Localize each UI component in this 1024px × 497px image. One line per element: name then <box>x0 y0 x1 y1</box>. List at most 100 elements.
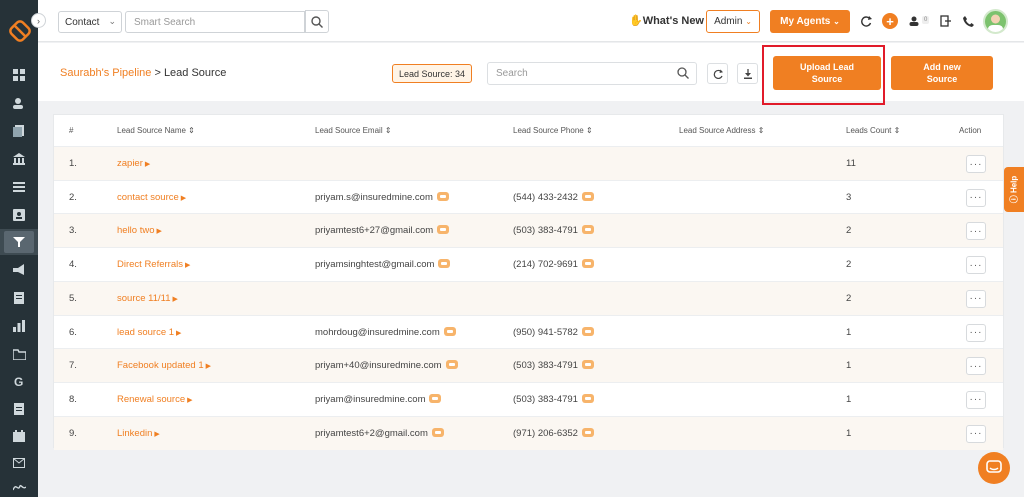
contact-type-select[interactable]: Contact ⌄ <box>58 11 122 33</box>
more-icon: ··· <box>969 394 983 406</box>
avatar[interactable] <box>983 9 1008 34</box>
sms-chat-icon[interactable] <box>581 360 594 370</box>
my-agents-dropdown[interactable]: My Agents ⌄ <box>770 10 850 33</box>
table-row: 6. lead source 1 ▶ mohrdoug@insuredmine.com… <box>54 314 1003 349</box>
lead-source-phone: (503) 383-4791 <box>513 225 594 236</box>
signature-icon[interactable] <box>0 474 38 497</box>
email-chat-icon[interactable] <box>429 393 442 403</box>
dashboard-icon[interactable] <box>0 62 38 88</box>
row-action-menu-button[interactable]: ··· <box>966 256 986 275</box>
bank-icon[interactable] <box>0 146 38 172</box>
column-header-leads-count[interactable]: Leads Count ⇕ <box>846 126 900 135</box>
row-number: 4. <box>69 259 77 271</box>
google-icon[interactable]: G <box>0 368 38 394</box>
lead-source-name-link[interactable]: contact source ▶ <box>117 192 186 203</box>
email-chat-icon[interactable] <box>445 360 458 370</box>
lead-source-table: # Lead Source Name ⇕ Lead Source Email ⇕… <box>53 114 1004 450</box>
lead-source-phone: (503) 383-4791 <box>513 360 594 371</box>
funnel-icon[interactable] <box>0 229 38 255</box>
lead-source-name-link[interactable]: Linkedin ▶ <box>117 428 160 439</box>
help-label: Help <box>1009 175 1019 194</box>
lead-source-name-link[interactable]: zapier ▶ <box>117 158 150 169</box>
refresh-list-button[interactable] <box>707 63 728 84</box>
breadcrumb-pipeline-link[interactable]: Saurabh's Pipeline <box>60 67 151 79</box>
lead-source-name-link[interactable]: Direct Referrals ▶ <box>117 259 190 270</box>
lead-source-name-link[interactable]: Facebook updated 1 ▶ <box>117 360 211 371</box>
help-tab[interactable]: ⓘ Help <box>1004 167 1024 212</box>
row-action-menu-button[interactable]: ··· <box>966 323 986 342</box>
table-row: 7. Facebook updated 1 ▶ priyam+40@insuredmi… <box>54 348 1003 383</box>
lead-source-name-link[interactable]: hello two ▶ <box>117 225 162 236</box>
logout-icon[interactable] <box>938 13 954 29</box>
email-chat-icon[interactable] <box>438 259 451 269</box>
sort-icon: ⇕ <box>757 126 765 135</box>
lead-source-search-input[interactable]: Search <box>487 62 697 85</box>
quick-add-button[interactable]: + <box>882 13 898 29</box>
sort-icon: ⇕ <box>384 126 392 135</box>
download-button[interactable] <box>737 63 758 84</box>
row-number: 5. <box>69 292 77 304</box>
smart-search-button[interactable] <box>305 10 329 33</box>
lead-source-email: priyam.s@insuredmine.com <box>315 191 449 203</box>
email-chat-icon[interactable] <box>437 225 450 235</box>
contacts-icon[interactable] <box>0 90 38 116</box>
more-icon: ··· <box>969 327 983 338</box>
search-icon <box>677 67 689 79</box>
refresh-icon[interactable] <box>858 13 874 29</box>
leads-count: 11 <box>846 158 856 169</box>
add-new-source-button[interactable]: Add new Source <box>891 56 993 90</box>
calendar-icon[interactable] <box>0 423 38 449</box>
app-logo-icon[interactable] <box>7 18 33 44</box>
row-action-menu-button[interactable]: ··· <box>966 155 986 173</box>
smart-search-input[interactable]: Smart Search <box>125 11 305 33</box>
lead-source-name-link[interactable]: lead source 1 ▶ <box>117 327 181 338</box>
sms-chat-icon[interactable] <box>581 326 594 336</box>
mail-icon[interactable] <box>0 450 38 476</box>
admin-dropdown[interactable]: Admin ⌄ <box>706 10 760 33</box>
row-action-menu-button[interactable]: ··· <box>966 289 986 308</box>
folder-icon[interactable] <box>0 341 38 367</box>
leads-count: 2 <box>846 225 852 237</box>
chevron-down-icon: ⌄ <box>108 16 116 26</box>
sms-chat-icon[interactable] <box>581 259 594 269</box>
phone-icon[interactable] <box>960 13 976 29</box>
avatar-image-icon <box>988 14 1003 32</box>
notes-icon[interactable] <box>0 285 38 311</box>
sms-chat-icon[interactable] <box>581 225 594 235</box>
row-action-menu-button[interactable]: ··· <box>966 357 986 376</box>
sidebar-toggle-button[interactable]: › <box>31 13 46 28</box>
row-number: 1. <box>69 158 77 169</box>
column-header-phone[interactable]: Lead Source Phone ⇕ <box>513 126 593 135</box>
column-header-email[interactable]: Lead Source Email ⇕ <box>315 126 392 135</box>
column-header-name[interactable]: Lead Source Name ⇕ <box>117 126 195 135</box>
email-chat-icon[interactable] <box>443 326 456 336</box>
forms-icon[interactable] <box>0 396 38 422</box>
sms-chat-icon[interactable] <box>581 393 594 403</box>
column-header-address[interactable]: Lead Source Address ⇕ <box>679 126 764 135</box>
row-action-menu-button[interactable]: ··· <box>966 188 986 207</box>
row-action-menu-button[interactable]: ··· <box>966 222 986 241</box>
sms-chat-icon[interactable] <box>581 427 594 437</box>
admin-label: Admin <box>714 16 743 27</box>
lead-source-name-link[interactable]: source 11/11 ▶ <box>117 293 178 304</box>
row-action-menu-button[interactable]: ··· <box>966 390 986 409</box>
list-icon[interactable] <box>0 174 38 200</box>
row-action-menu-button[interactable]: ··· <box>966 424 986 443</box>
user-icon[interactable] <box>906 13 922 29</box>
lead-source-email: priyamtest6+27@gmail.com <box>315 225 450 236</box>
chat-widget-button[interactable] <box>978 452 1010 484</box>
email-chat-icon[interactable] <box>431 427 444 437</box>
top-bar: Contact ⌄ Smart Search ✋What's New Admin… <box>38 0 1024 42</box>
contact-card-icon[interactable] <box>0 202 38 228</box>
reports-icon[interactable] <box>0 313 38 339</box>
lead-source-name-link[interactable]: Renewal source ▶ <box>117 394 193 405</box>
more-icon: ··· <box>969 293 983 305</box>
caret-right-icon: ▶ <box>180 194 187 202</box>
whats-new-link[interactable]: ✋What's New <box>629 14 704 27</box>
sms-chat-icon[interactable] <box>581 191 594 201</box>
megaphone-icon[interactable] <box>0 257 38 283</box>
chevron-down-icon: ⌄ <box>745 17 752 26</box>
documents-icon[interactable] <box>0 118 38 144</box>
email-chat-icon[interactable] <box>436 191 449 201</box>
more-icon: ··· <box>969 192 983 204</box>
